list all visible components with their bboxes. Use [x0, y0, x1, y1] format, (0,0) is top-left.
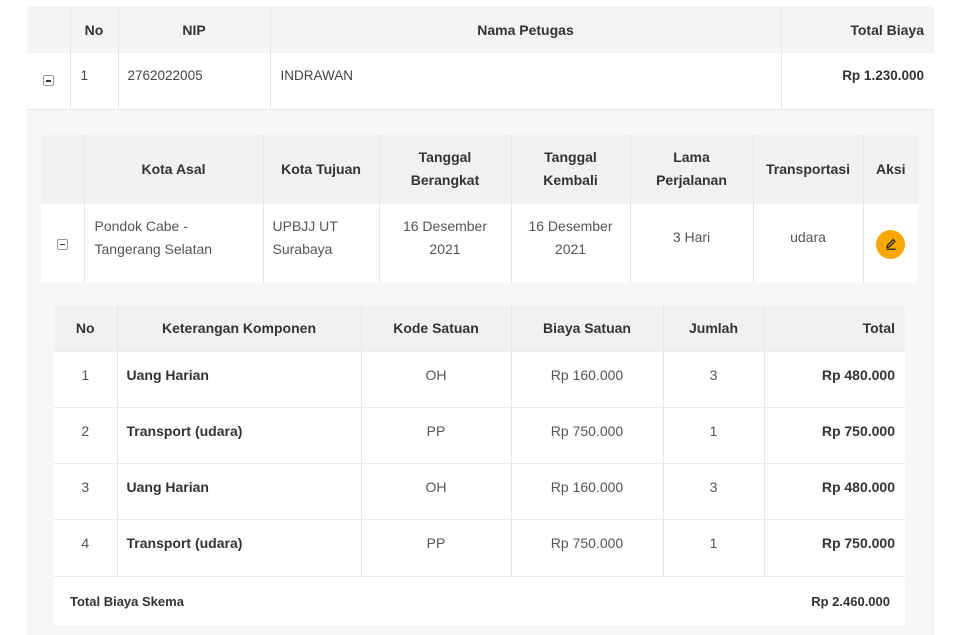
column-header-tanggal-berangkat: Tanggal Berangkat: [379, 134, 512, 204]
column-header-kode-satuan: Kode Satuan: [361, 305, 512, 352]
table-row: 3 Uang Harian OH Rp 160.000 3 Rp 480.000: [54, 463, 905, 520]
table-row: 2 Transport (udara) PP Rp 750.000 1 Rp 7…: [54, 407, 905, 464]
berangkat-line-1: 16 Desember: [402, 217, 488, 234]
tanggal-kembali-line-2: Kembali: [543, 172, 598, 188]
kota-tujuan-line-1: UPBJJ UT: [272, 217, 338, 234]
trip-transportasi: udara: [753, 203, 864, 283]
tanggal-berangkat-line-2: Berangkat: [410, 172, 480, 188]
trip-expand-column-header: [41, 134, 85, 204]
trip-aksi-cell: [863, 204, 918, 283]
officer-nip: 2762022005: [118, 53, 271, 109]
column-header-lama-perjalanan: Lama Perjalanan: [630, 134, 754, 204]
kembali-line-2: 2021: [554, 240, 587, 257]
column-header-jumlah: Jumlah: [663, 305, 765, 352]
trip-tanggal-berangkat: 16 Desember 2021: [379, 203, 512, 283]
officer-table: No NIP Nama Petugas Total Biaya 1 276202…: [27, 6, 934, 110]
edit-trip-button[interactable]: [876, 229, 906, 259]
skema-summary-value: Rp 2.460.000: [811, 593, 890, 609]
tanggal-berangkat-line-1: Tanggal: [418, 149, 472, 165]
comp-kode: PP: [361, 407, 512, 464]
trip-table-header: Kota Asal Kota Tujuan Tanggal Berangkat …: [41, 134, 918, 204]
officer-table-header: No NIP Nama Petugas Total Biaya: [27, 6, 934, 53]
comp-no: 4: [54, 519, 118, 576]
trip-collapse-toggle-icon[interactable]: [56, 238, 68, 250]
comp-kode: PP: [361, 519, 512, 576]
column-header-no: No: [70, 6, 119, 53]
trip-row: Pondok Cabe - Tangerang Selatan UPBJJ UT…: [41, 203, 918, 283]
trip-kota-asal: Pondok Cabe - Tangerang Selatan: [84, 203, 264, 283]
column-header-nama-petugas: Nama Petugas: [270, 6, 782, 53]
component-panel: No Keterangan Komponen Kode Satuan Biaya…: [54, 305, 905, 625]
comp-keterangan: Uang Harian: [117, 351, 362, 408]
column-header-aksi: Aksi: [875, 160, 906, 177]
comp-keterangan: Uang Harian: [117, 463, 362, 520]
comp-keterangan: Transport (udara): [117, 519, 362, 576]
pencil-icon: [886, 238, 896, 250]
travel-cost-table-container: No NIP Nama Petugas Total Biaya 1 276202…: [27, 6, 934, 635]
component-table: No Keterangan Komponen Kode Satuan Biaya…: [54, 305, 905, 576]
officer-row: 1 2762022005 INDRAWAN Rp 1.230.000: [27, 53, 934, 109]
officer-detail-panel: Kota Asal Kota Tujuan Tanggal Berangkat …: [27, 109, 934, 635]
table-row: 1 Uang Harian OH Rp 160.000 3 Rp 480.000: [54, 351, 905, 408]
column-header-total: Total: [862, 320, 895, 337]
comp-keterangan: Transport (udara): [117, 407, 362, 464]
kota-tujuan-line-2: Surabaya: [272, 240, 333, 257]
lama-line-1: Lama: [673, 149, 710, 165]
lama-line-2: Perjalanan: [656, 172, 727, 188]
comp-total: Rp 480.000: [821, 367, 895, 383]
trip-row-toggle-cell: [41, 203, 85, 283]
comp-total: Rp 480.000: [821, 479, 895, 495]
trip-lama-perjalanan: 3 Hari: [630, 203, 754, 283]
column-header-transportasi: Transportasi: [753, 134, 864, 204]
comp-biaya: Rp 750.000: [511, 519, 664, 576]
collapse-toggle-icon[interactable]: [42, 75, 54, 86]
comp-total: Rp 750.000: [821, 535, 895, 551]
table-row: 4 Transport (udara) PP Rp 750.000 1 Rp 7…: [54, 519, 905, 576]
column-header-total-biaya: Total Biaya: [850, 21, 924, 38]
component-table-header: No Keterangan Komponen Kode Satuan Biaya…: [54, 305, 905, 352]
comp-kode: OH: [361, 351, 512, 408]
comp-kode: OH: [361, 463, 512, 520]
column-header-keterangan: Keterangan Komponen: [117, 305, 362, 352]
skema-summary-label: Total Biaya Skema: [70, 593, 184, 609]
officer-no: 1: [70, 53, 119, 109]
trip-table: Kota Asal Kota Tujuan Tanggal Berangkat …: [41, 134, 918, 283]
column-header-kota-tujuan: Kota Tujuan: [263, 134, 380, 204]
comp-jumlah: 1: [663, 407, 765, 464]
officer-row-toggle-cell: [27, 53, 71, 109]
officer-total-biaya: Rp 1.230.000: [842, 68, 924, 83]
column-header-biaya-satuan: Biaya Satuan: [511, 305, 664, 352]
trip-kota-tujuan: UPBJJ UT Surabaya: [263, 203, 380, 283]
officer-name: INDRAWAN: [270, 53, 782, 109]
berangkat-line-2: 2021: [429, 240, 461, 257]
comp-jumlah: 3: [663, 351, 765, 408]
column-header-nip: NIP: [118, 6, 271, 53]
tanggal-kembali-line-1: Tanggal: [544, 149, 597, 165]
column-header-tanggal-kembali: Tanggal Kembali: [511, 134, 631, 204]
comp-jumlah: 1: [663, 519, 765, 576]
kota-asal-line-2: Tangerang Selatan: [94, 240, 213, 257]
comp-jumlah: 3: [663, 463, 765, 520]
kembali-line-1: 16 Desember: [528, 217, 613, 234]
comp-no: 2: [54, 407, 118, 464]
comp-total: Rp 750.000: [821, 423, 895, 439]
comp-no: 3: [54, 463, 118, 520]
comp-biaya: Rp 160.000: [511, 463, 664, 520]
comp-biaya: Rp 750.000: [511, 407, 664, 464]
column-header-comp-no: No: [54, 305, 118, 352]
trip-tanggal-kembali: 16 Desember 2021: [511, 203, 631, 283]
kota-asal-line-1: Pondok Cabe -: [94, 217, 188, 234]
expand-column-header: [27, 6, 71, 53]
skema-summary-row: Total Biaya Skema Rp 2.460.000: [54, 575, 905, 625]
comp-biaya: Rp 160.000: [511, 351, 664, 408]
comp-no: 1: [54, 351, 118, 408]
column-header-kota-asal: Kota Asal: [84, 134, 264, 204]
